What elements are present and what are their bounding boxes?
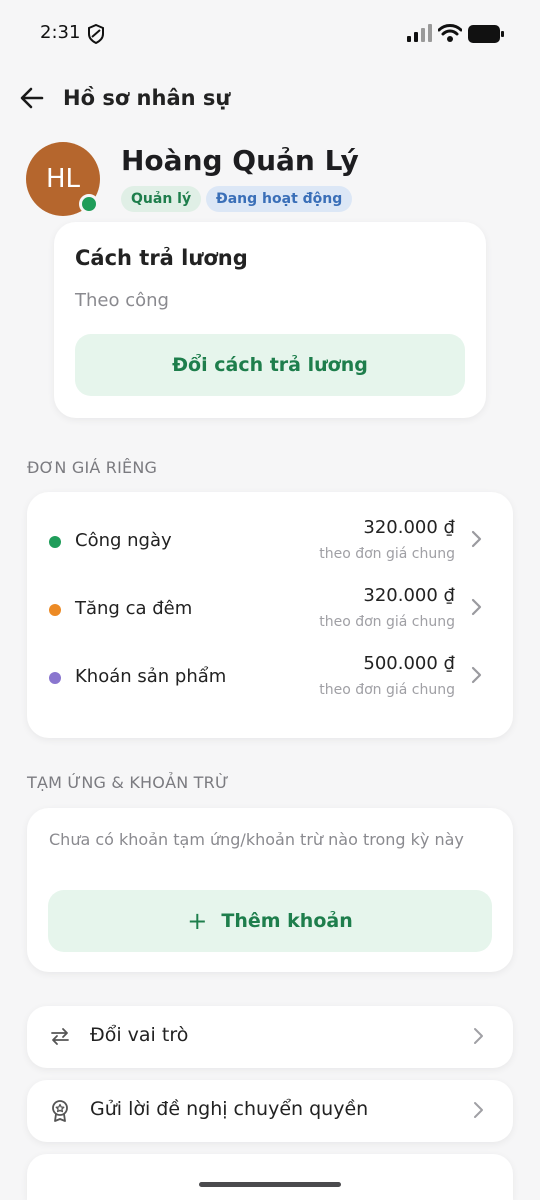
advances-card: Chưa có khoản tạm ứng/khoản trừ nào tron… [27, 808, 513, 972]
rates-card: Công ngày 320.000 ₫ theo đơn giá chung T… [27, 492, 513, 738]
signal-icon [406, 24, 432, 46]
rate-row-tang-ca-dem[interactable]: Tăng ca đêm 320.000 ₫ theo đơn giá chung [27, 580, 513, 648]
change-pay-method-button[interactable]: Đổi cách trả lương [75, 334, 465, 396]
rate-amount: 320.000 ₫ [363, 585, 455, 606]
add-advance-button[interactable]: + Thêm khoản [48, 890, 492, 952]
chevron-right-icon [471, 530, 483, 552]
pay-method-value: Theo công [75, 290, 169, 311]
shield-icon [87, 23, 105, 48]
top-app-bar: Hồ sơ nhân sự [0, 72, 540, 128]
profile-name: Hoàng Quản Lý [121, 144, 359, 177]
online-status-dot [79, 194, 99, 214]
advances-section-label: TẠM ỨNG & KHOẢN TRỪ [27, 773, 229, 792]
rate-amount: 500.000 ₫ [363, 653, 455, 674]
home-indicator [199, 1182, 341, 1187]
back-button[interactable] [16, 84, 48, 116]
change-pay-method-label: Đổi cách trả lương [172, 354, 368, 376]
swap-icon [49, 1025, 71, 1051]
award-icon [49, 1099, 71, 1127]
rate-note: theo đơn giá chung [319, 546, 455, 562]
chevron-right-icon [471, 666, 483, 688]
status-bar: 2:31 [0, 0, 540, 68]
chevron-right-icon [471, 598, 483, 620]
pay-method-title: Cách trả lương [75, 246, 248, 270]
wifi-icon [437, 23, 463, 47]
next-action-row[interactable] [27, 1154, 513, 1200]
rate-color-dot [49, 672, 61, 684]
advances-empty-text: Chưa có khoản tạm ứng/khoản trừ nào tron… [49, 830, 464, 849]
pay-method-card: Cách trả lương Theo công Đổi cách trả lư… [54, 222, 486, 418]
page-title: Hồ sơ nhân sự [63, 86, 231, 110]
rate-row-cong-ngay[interactable]: Công ngày 320.000 ₫ theo đơn giá chung [27, 512, 513, 580]
change-role-label: Đổi vai trò [90, 1024, 189, 1046]
transfer-ownership-label: Gửi lời đề nghị chuyển quyền [90, 1098, 369, 1120]
rates-section-label: ĐƠN GIÁ RIÊNG [27, 458, 158, 477]
rate-note: theo đơn giá chung [319, 614, 455, 630]
role-badge: Quản lý [121, 186, 202, 212]
battery-icon [467, 24, 505, 48]
change-role-row[interactable]: Đổi vai trò [27, 1006, 513, 1068]
chevron-right-icon [473, 1101, 485, 1123]
arrow-left-icon [20, 87, 44, 113]
rate-row-khoan-san-pham[interactable]: Khoán sản phẩm 500.000 ₫ theo đơn giá ch… [27, 648, 513, 716]
chevron-right-icon [473, 1027, 485, 1049]
add-advance-label: Thêm khoản [221, 910, 353, 932]
rate-label: Tăng ca đêm [75, 598, 193, 619]
transfer-ownership-row[interactable]: Gửi lời đề nghị chuyển quyền [27, 1080, 513, 1142]
avatar-initials: HL [45, 164, 81, 194]
status-badge: Đang hoạt động [206, 186, 353, 212]
rate-label: Công ngày [75, 530, 172, 551]
status-time: 2:31 [40, 22, 81, 43]
rate-label: Khoán sản phẩm [75, 666, 227, 687]
rate-note: theo đơn giá chung [319, 682, 455, 698]
rate-color-dot [49, 604, 61, 616]
rate-amount: 320.000 ₫ [363, 517, 455, 538]
plus-icon: + [187, 907, 208, 935]
rate-color-dot [49, 536, 61, 548]
